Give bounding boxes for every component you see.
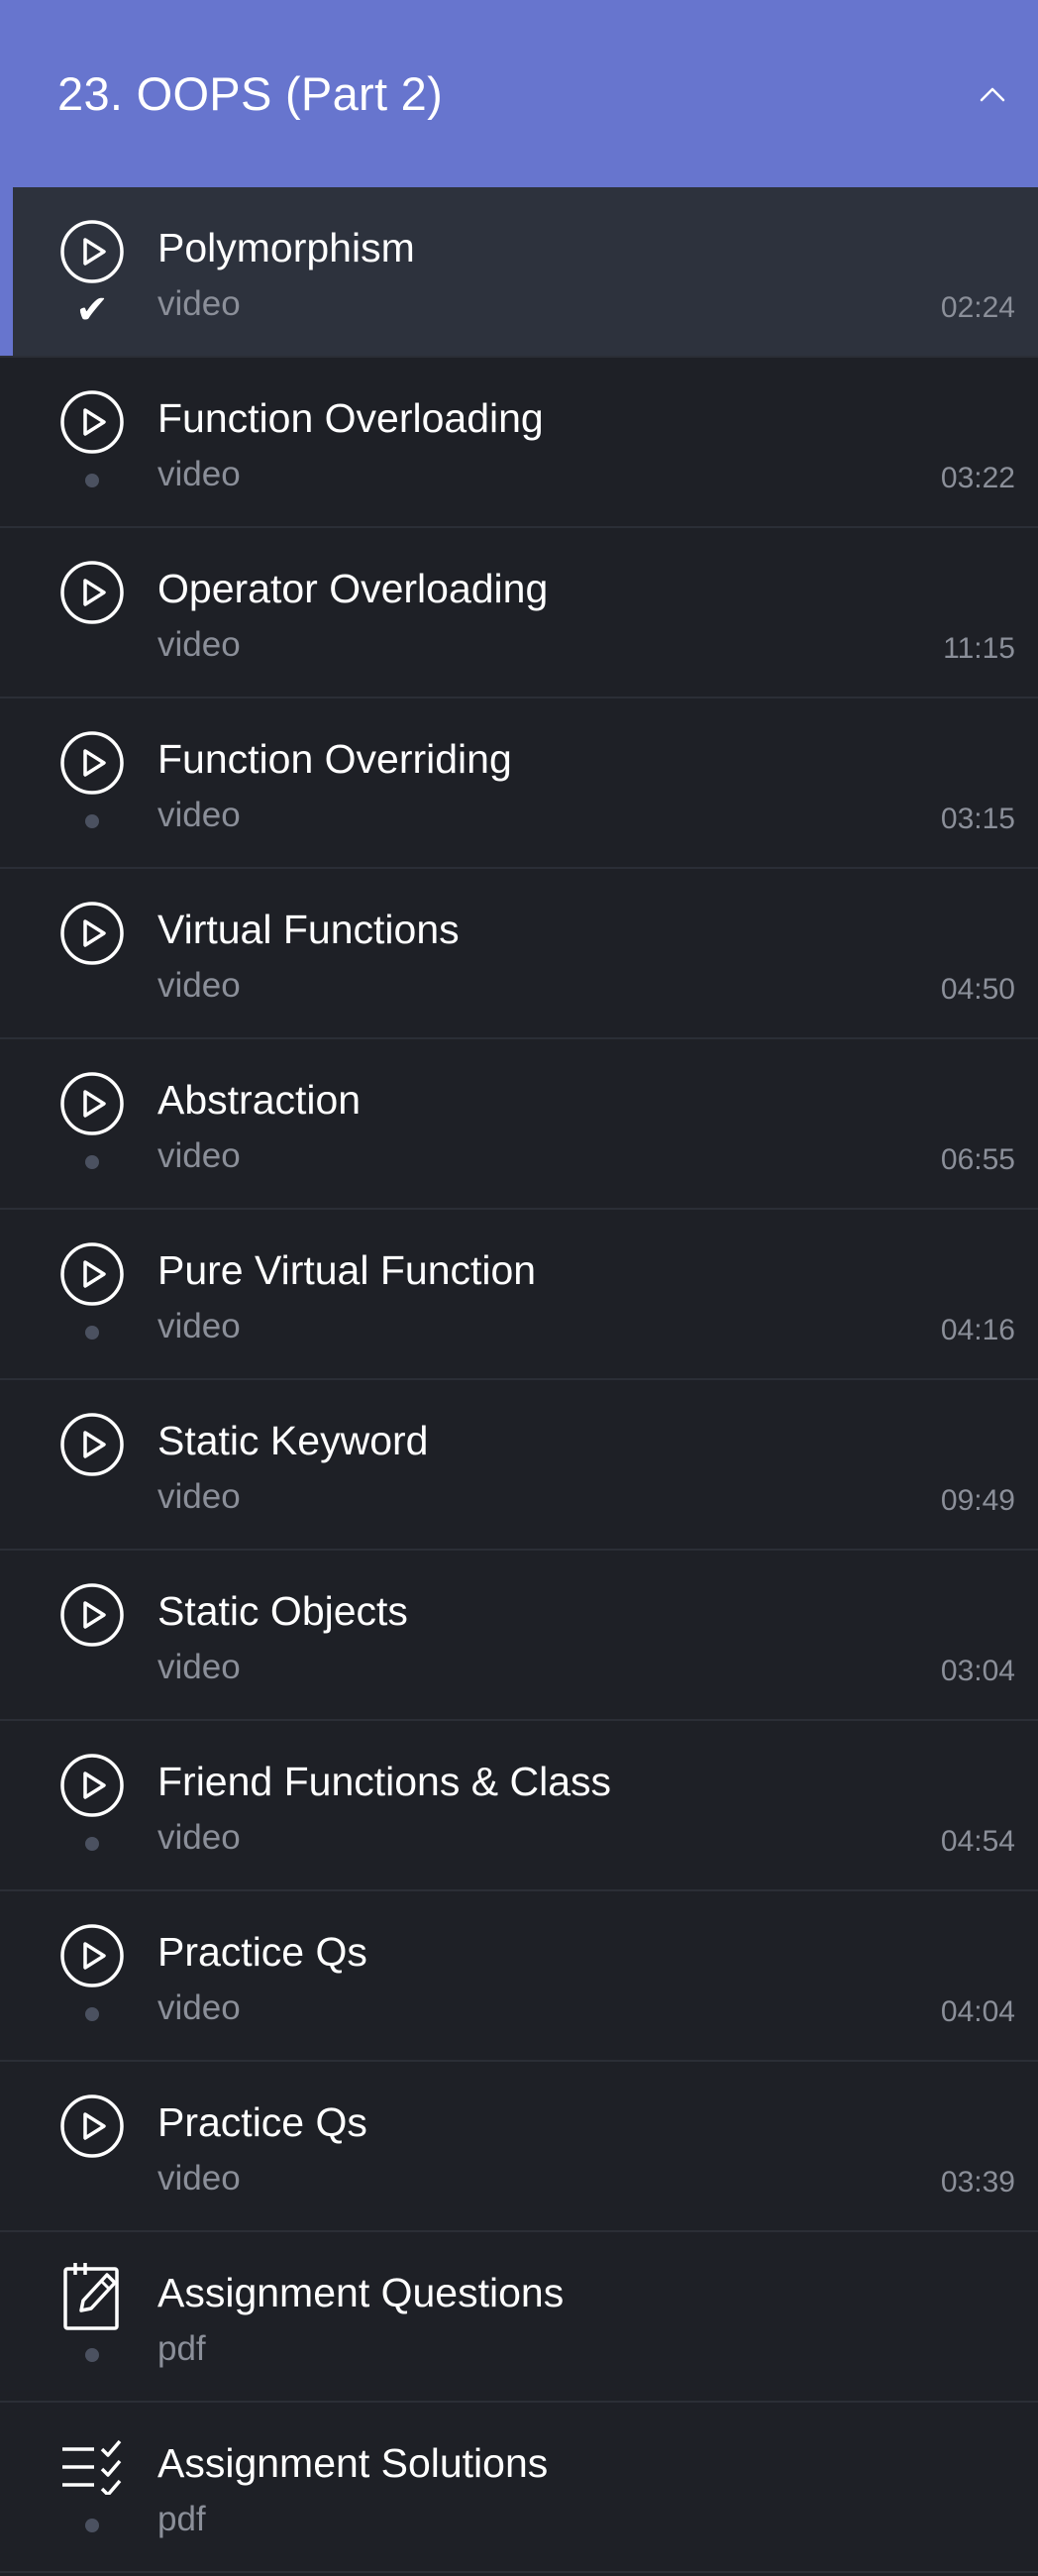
- progress-dot: [72, 1142, 112, 1182]
- play-circle-icon[interactable]: [57, 728, 127, 798]
- lesson-duration: 03:15: [940, 803, 1015, 835]
- lesson-item[interactable]: Practice Qs video 04:04: [0, 1891, 1038, 2062]
- lesson-item[interactable]: Abstraction video 06:55: [0, 1039, 1038, 1210]
- status-empty: [72, 2165, 112, 2204]
- lesson-type: video: [157, 1307, 241, 1345]
- lesson-type: video: [157, 1648, 241, 1686]
- lesson-duration: 03:22: [940, 462, 1015, 494]
- progress-dot: [72, 1824, 112, 1864]
- play-circle-icon[interactable]: [57, 1069, 127, 1138]
- status-empty: [72, 631, 112, 671]
- lesson-item[interactable]: Static Objects video 03:04: [0, 1551, 1038, 1721]
- play-circle-icon[interactable]: [57, 217, 127, 286]
- lesson-item[interactable]: Function Overloading video 03:22: [0, 358, 1038, 528]
- lesson-list: ✔ Polymorphism video 02:24 Function Over…: [0, 187, 1038, 2573]
- lesson-title: Static Objects: [157, 1588, 408, 1634]
- play-circle-icon[interactable]: [57, 558, 127, 627]
- chevron-up-icon[interactable]: [975, 76, 1010, 112]
- checklist-icon[interactable]: [57, 2432, 127, 2502]
- progress-dot: [72, 802, 112, 841]
- lesson-type: video: [157, 1818, 241, 1857]
- play-circle-icon[interactable]: [57, 1751, 127, 1820]
- lesson-type: pdf: [157, 2329, 206, 2368]
- play-circle-icon[interactable]: [57, 2092, 127, 2161]
- status-empty: [72, 972, 112, 1012]
- play-circle-icon[interactable]: [57, 1580, 127, 1650]
- lesson-title: Pure Virtual Function: [157, 1247, 537, 1293]
- lesson-title: Practice Qs: [157, 1929, 367, 1975]
- progress-dot: [72, 2335, 112, 2375]
- lesson-duration: 04:54: [940, 1825, 1015, 1858]
- status-empty: [72, 1483, 112, 1523]
- lesson-title: Operator Overloading: [157, 566, 549, 611]
- lesson-item[interactable]: Function Overriding video 03:15: [0, 698, 1038, 869]
- lesson-item[interactable]: Virtual Functions video 04:50: [0, 869, 1038, 1039]
- lesson-title: Virtual Functions: [157, 907, 460, 952]
- lesson-duration: 06:55: [940, 1143, 1015, 1176]
- lesson-duration: 11:15: [943, 632, 1015, 665]
- lesson-item[interactable]: ✔ Polymorphism video 02:24: [0, 187, 1038, 358]
- progress-dot: [72, 461, 112, 500]
- lesson-duration: 04:16: [940, 1314, 1015, 1346]
- progress-dot: [72, 1313, 112, 1352]
- section-title: 23. OOPS (Part 2): [57, 67, 444, 120]
- play-circle-icon[interactable]: [57, 1239, 127, 1309]
- lesson-type: video: [157, 455, 241, 493]
- lesson-type: video: [157, 284, 241, 323]
- lesson-type: video: [157, 625, 241, 664]
- lesson-type: video: [157, 796, 241, 834]
- lesson-duration: 04:04: [940, 1995, 1015, 2028]
- lesson-title: Function Overloading: [157, 395, 544, 441]
- assignment-edit-icon[interactable]: [57, 2262, 127, 2331]
- lesson-title: Static Keyword: [157, 1418, 429, 1463]
- active-indicator: [0, 187, 13, 356]
- lesson-title: Abstraction: [157, 1077, 362, 1123]
- lesson-title: Polymorphism: [157, 225, 415, 270]
- lesson-type: video: [157, 966, 241, 1005]
- check-icon: ✔: [75, 287, 109, 333]
- status-empty: [72, 1654, 112, 1693]
- lesson-type: video: [157, 2159, 241, 2198]
- lesson-title: Practice Qs: [157, 2099, 367, 2145]
- section-header[interactable]: 23. OOPS (Part 2): [0, 0, 1038, 187]
- lesson-type: pdf: [157, 2500, 206, 2538]
- lesson-duration: 09:49: [940, 1484, 1015, 1517]
- play-circle-icon[interactable]: [57, 899, 127, 968]
- lesson-duration: 02:24: [940, 291, 1015, 324]
- lesson-item[interactable]: Assignment Solutions pdf: [0, 2403, 1038, 2573]
- lesson-title: Assignment Solutions: [157, 2440, 549, 2486]
- lesson-item[interactable]: Friend Functions & Class video 04:54: [0, 1721, 1038, 1891]
- lesson-type: video: [157, 1477, 241, 1516]
- play-circle-icon[interactable]: [57, 1410, 127, 1479]
- lesson-duration: 03:04: [940, 1655, 1015, 1687]
- lesson-item[interactable]: Operator Overloading video 11:15: [0, 528, 1038, 698]
- lesson-title: Function Overriding: [157, 736, 512, 782]
- lesson-duration: 04:50: [940, 973, 1015, 1006]
- lesson-type: video: [157, 1136, 241, 1175]
- lesson-item[interactable]: Assignment Questions pdf: [0, 2232, 1038, 2403]
- lesson-item[interactable]: Practice Qs video 03:39: [0, 2062, 1038, 2232]
- play-circle-icon[interactable]: [57, 387, 127, 457]
- lesson-title: Assignment Questions: [157, 2270, 565, 2315]
- lesson-duration: 03:39: [940, 2166, 1015, 2199]
- progress-dot: [72, 1994, 112, 2034]
- lesson-title: Friend Functions & Class: [157, 1759, 612, 1804]
- lesson-item[interactable]: Pure Virtual Function video 04:16: [0, 1210, 1038, 1380]
- lesson-type: video: [157, 1988, 241, 2027]
- play-circle-icon[interactable]: [57, 1921, 127, 1990]
- lesson-item[interactable]: Static Keyword video 09:49: [0, 1380, 1038, 1551]
- progress-dot: [72, 2506, 112, 2545]
